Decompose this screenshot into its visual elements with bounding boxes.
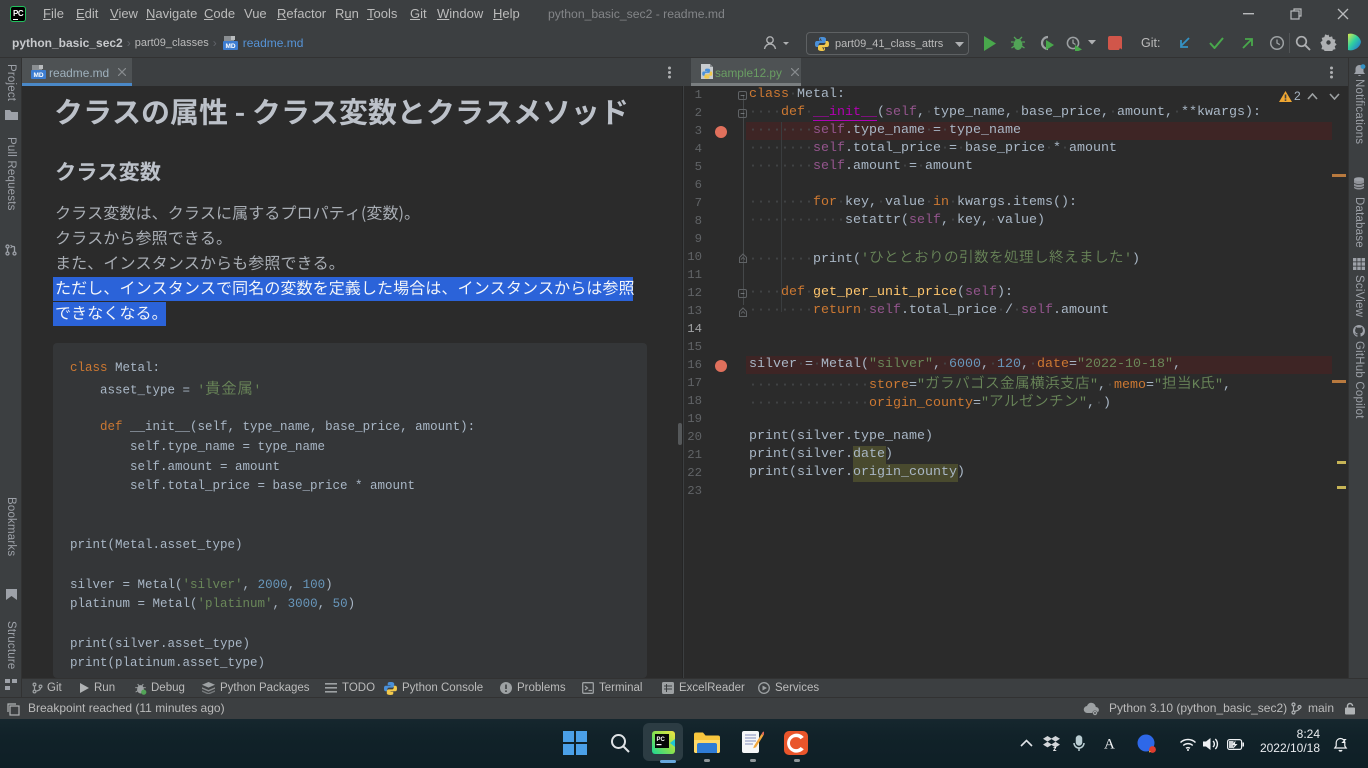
- svg-text:z: z: [1053, 746, 1057, 751]
- svg-text:MD: MD: [33, 72, 43, 79]
- svg-text:A: A: [1104, 737, 1115, 752]
- svg-text:PC: PC: [657, 737, 666, 743]
- svg-text:MD: MD: [225, 43, 235, 50]
